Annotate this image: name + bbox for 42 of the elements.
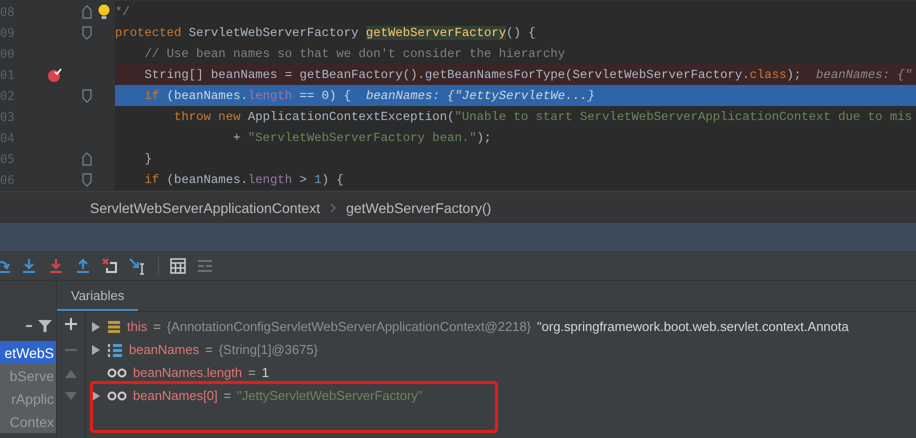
equals-sign: = — [205, 342, 213, 357]
plus-icon[interactable] — [65, 318, 77, 330]
arrow-up-icon[interactable] — [65, 370, 77, 378]
variable-name: beanNames — [129, 342, 200, 357]
expand-arrow-icon[interactable] — [91, 390, 101, 402]
fold-marker-icon[interactable] — [82, 172, 92, 186]
breadcrumb-item[interactable]: getWebServerFactory() — [346, 200, 492, 216]
fold-marker-icon[interactable] — [82, 4, 92, 18]
expand-arrow-icon[interactable] — [91, 320, 101, 332]
chevron-right-icon — [330, 202, 336, 212]
variables-tab[interactable]: Variables — [57, 281, 138, 311]
numbered-list-icon — [107, 342, 123, 358]
breakpoint-icon[interactable] — [47, 68, 63, 82]
stack-frame-item[interactable]: etWebS — [0, 341, 56, 364]
fold-marker-icon[interactable] — [82, 88, 92, 102]
variable-name: beanNames[0] — [133, 388, 218, 403]
variable-name: beanNames.length — [133, 365, 242, 380]
step-out-icon[interactable] — [75, 256, 91, 274]
glasses-icon — [107, 368, 127, 378]
filter-icon[interactable] — [38, 319, 52, 333]
fold-marker-icon[interactable] — [82, 26, 92, 40]
breadcrumb-item[interactable]: ServletWebServerApplicationContext — [90, 200, 320, 216]
fold-marker-icon[interactable] — [82, 152, 92, 166]
expand-arrow-icon[interactable] — [91, 344, 101, 356]
drop-frame-icon[interactable] — [102, 256, 118, 274]
equals-sign: = — [224, 388, 232, 403]
equals-sign: = — [153, 319, 161, 334]
variable-name: this — [127, 319, 148, 334]
variable-value: 1 — [262, 365, 269, 380]
variable-value: "org.springframework.boot.web.servlet.context.Annota — [537, 319, 849, 334]
calculator-icon[interactable] — [170, 258, 186, 274]
arrow-down-icon[interactable] — [65, 392, 77, 400]
glasses-icon — [107, 390, 127, 400]
field-list-icon — [107, 320, 121, 334]
variable-value: "JettyServletWebServerFactory" — [237, 388, 422, 403]
run-to-cursor-icon[interactable] — [129, 256, 147, 274]
equals-sign: = — [248, 365, 256, 380]
variable-value: {AnnotationConfigServletWebServerApplicationContext@2218} — [166, 319, 532, 334]
step-into-icon[interactable] — [21, 256, 37, 274]
force-step-into-icon[interactable] — [48, 256, 64, 274]
light-bulb-icon[interactable] — [98, 4, 110, 20]
variable-value: {String[1]@3675} — [218, 342, 318, 357]
